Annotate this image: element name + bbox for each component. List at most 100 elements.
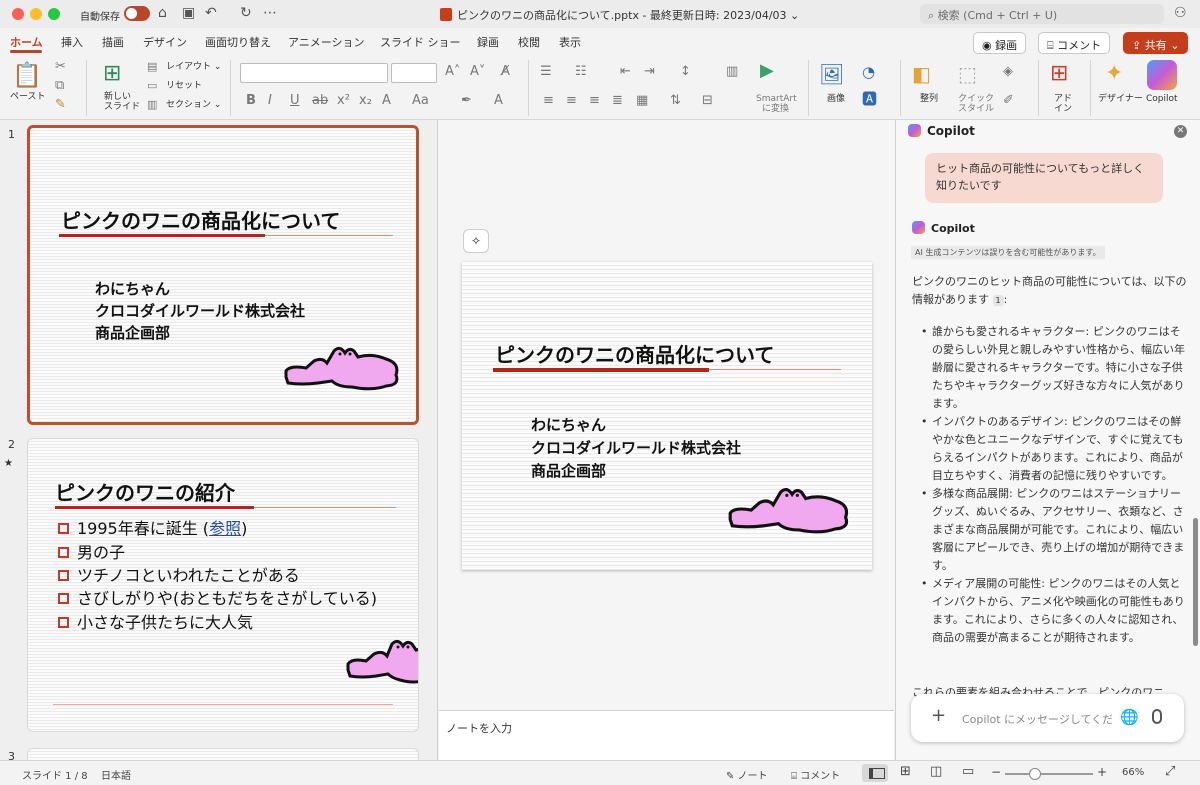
reference-link[interactable]: 参照 [209,519,241,538]
tab-slideshow[interactable]: スライド ショー [380,34,461,50]
slide-thumbnail-2[interactable]: ピンクのワニの紹介 1995年春に誕生 (参照) 男の子 ツチノコといわれたこと… [27,438,419,732]
reset-button[interactable]: リセット [166,81,202,91]
comment-button[interactable]: ⌸ コメント [1038,32,1111,54]
strikethrough-icon[interactable]: ab [312,94,328,108]
search-input[interactable]: ⌕ 検索 (Cmd + Ctrl + U) [920,4,1164,24]
quick-style-icon[interactable]: ⬚ [958,63,977,85]
copy-icon[interactable]: ⧉ [55,79,64,93]
zoom-in-icon[interactable]: + [1097,765,1107,779]
zoom-slider[interactable] [1005,773,1093,775]
window-minimize-button[interactable] [30,8,42,20]
cut-icon[interactable]: ✂ [55,60,66,74]
font-family-select[interactable] [240,63,388,83]
slide-sorter-icon[interactable]: ⊞ [900,764,911,779]
arrange-icon[interactable]: ◧ [912,63,931,85]
picture-icon[interactable]: 🖼 [819,63,844,85]
main-slide-canvas[interactable]: ピンクのワニの商品化について わにちゃん クロコダイルワールド株式会社 商品企画… [462,262,872,570]
increase-font-icon[interactable]: A˄ [445,65,460,79]
smartart-label-1[interactable]: SmartArt [756,94,797,104]
textbox-icon[interactable]: 🅰 [862,92,877,107]
copilot-ribbon-label[interactable]: Copilot [1146,94,1178,104]
addins-label-1[interactable]: アド [1054,94,1072,104]
align-text-icon[interactable]: ⊟ [702,94,713,108]
smartart-icon[interactable]: ▶ [760,62,774,80]
notes-pane[interactable]: ノートを入力 [439,710,894,760]
slide-thumbnail-1[interactable]: ピンクのワニの商品化について わにちゃん クロコダイルワールド株式会社 商品企画… [27,125,419,425]
line-spacing-icon[interactable]: ↕ [680,65,691,79]
decrease-font-icon[interactable]: A˅ [470,65,485,79]
zoom-slider-handle[interactable] [1029,768,1041,780]
superscript-icon[interactable]: x² [337,94,350,108]
more-icon[interactable]: ⋯ [263,5,277,21]
citation-badge[interactable]: 1 [992,295,1004,306]
section-button[interactable]: セクション ⌄ [166,100,221,110]
save-icon[interactable]: ▣ [182,5,195,21]
pink-crocodile-illustration[interactable] [726,481,854,537]
notes-placeholder[interactable]: ノートを入力 [446,720,512,736]
close-icon[interactable]: ✕ [1174,125,1187,138]
zoom-level[interactable]: 66% [1122,767,1144,778]
reading-view-icon[interactable]: ◫ [930,764,942,779]
align-left-icon[interactable]: ≡ [543,94,554,108]
globe-icon[interactable]: 🌐 [1120,708,1139,726]
align-center-icon[interactable]: ≡ [566,94,577,108]
slide-body-text[interactable]: わにちゃん クロコダイルワールド株式会社 商品企画部 [531,414,741,483]
font-size-select[interactable] [391,63,437,83]
new-slide-icon[interactable]: ⊞ [103,62,121,86]
bold-icon[interactable]: B [246,94,256,108]
arrange-label[interactable]: 整列 [920,94,938,104]
new-slide-label-2[interactable]: スライド [104,102,140,112]
undo-icon[interactable]: ↶ [205,5,217,21]
layout-button[interactable]: レイアウト ⌄ [166,62,221,72]
columns-icon[interactable]: ▥ [726,65,738,79]
designer-icon[interactable]: ✦ [1105,62,1123,86]
autosave-toggle[interactable] [124,6,150,21]
slide-thumbnail-3[interactable] [27,748,419,760]
tab-view[interactable]: 表示 [559,34,581,50]
home-icon[interactable]: ⌂ [158,5,167,21]
tab-transitions[interactable]: 画面切り替え [205,34,271,50]
tab-home[interactable]: ホーム [10,34,43,50]
normal-view-button[interactable] [862,764,888,782]
justify-icon[interactable]: ≣ [612,94,623,108]
comments-toggle-button[interactable]: ⌸ コメント [791,767,840,782]
addins-icon[interactable]: ⊞ [1050,62,1068,86]
text-color-icon[interactable]: A [494,94,503,108]
tab-animations[interactable]: アニメーション [288,34,365,50]
slideshow-icon[interactable]: ▭ [962,764,974,779]
increase-indent-icon[interactable]: ⇥ [644,65,655,79]
picture-label[interactable]: 画像 [827,94,845,104]
account-icon[interactable]: ⚇ [1174,5,1187,21]
redo-icon[interactable]: ↻ [240,5,252,21]
bullets-icon[interactable]: ☰ [540,65,552,79]
fit-to-window-icon[interactable]: ⤢ [1165,764,1175,779]
clear-format-icon[interactable]: A̸ [501,65,510,79]
distributed-icon[interactable]: ▦ [636,94,648,108]
copilot-ribbon-icon[interactable] [1147,60,1177,90]
shape-fill-icon[interactable]: ◈ [1003,65,1013,79]
copilot-scrollbar[interactable] [1193,518,1198,646]
change-case-icon[interactable]: Aa [412,94,429,108]
align-right-icon[interactable]: ≡ [589,94,600,108]
tab-draw[interactable]: 描画 [102,34,124,50]
zoom-out-icon[interactable]: − [991,765,1001,779]
window-close-button[interactable] [12,8,24,20]
copilot-floating-icon[interactable]: ✧ [463,229,489,253]
subscript-icon[interactable]: x₂ [359,94,372,108]
shapes-icon[interactable]: ◔ [862,65,875,80]
text-direction-icon[interactable]: ⇅ [670,94,681,108]
italic-icon[interactable]: I [268,94,272,108]
add-icon[interactable]: + [931,705,946,726]
tab-review[interactable]: 校閲 [518,34,540,50]
paste-icon[interactable]: 📋 [12,62,42,88]
font-color-icon[interactable]: A [382,94,391,108]
quick-style-label-1[interactable]: クイック [958,94,994,104]
microphone-icon[interactable] [1152,709,1162,724]
smartart-label-2[interactable]: に変換 [762,104,789,114]
tab-insert[interactable]: 挿入 [61,34,83,50]
window-maximize-button[interactable] [48,8,60,20]
slide-title[interactable]: ピンクのワニの商品化について [495,339,774,368]
decrease-indent-icon[interactable]: ⇤ [620,65,631,79]
tab-design[interactable]: デザイン [143,34,187,50]
highlight-icon[interactable]: ✒ [461,94,472,108]
